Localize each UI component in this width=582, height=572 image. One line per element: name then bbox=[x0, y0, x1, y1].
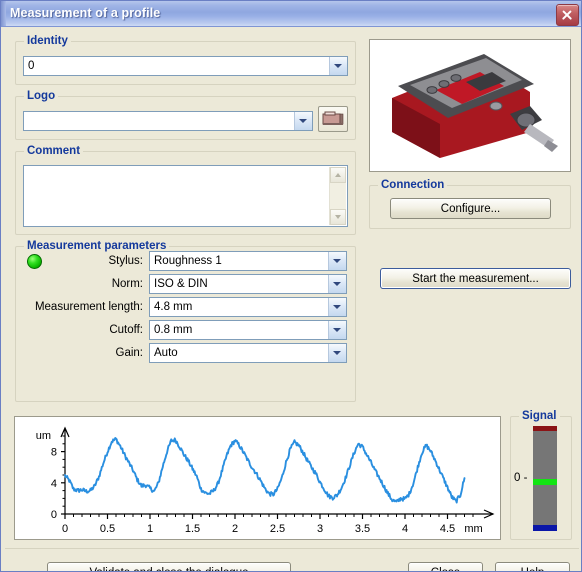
norm-label: Norm: bbox=[111, 278, 143, 290]
gain-label: Gain: bbox=[115, 347, 144, 359]
chevron-down-icon[interactable] bbox=[328, 344, 346, 362]
signal-group-label: Signal bbox=[519, 410, 560, 422]
profile-chart-svg: 0 4 8um 0 0.5 1 1.5 2 2.5 3 3.5 4 4.5 mm bbox=[15, 417, 500, 539]
identity-combo-value: 0 bbox=[28, 60, 35, 72]
gain-combo-value: Auto bbox=[154, 347, 178, 359]
measurement-length-label: Measurement length: bbox=[34, 301, 143, 313]
signal-gauge-low-band bbox=[533, 525, 557, 531]
cutoff-combo[interactable]: 0.8 mm bbox=[149, 320, 347, 340]
configure-button[interactable]: Configure... bbox=[390, 198, 551, 219]
chevron-down-icon[interactable] bbox=[328, 298, 346, 316]
svg-text:8: 8 bbox=[51, 447, 57, 459]
gain-combo[interactable]: Auto bbox=[149, 343, 347, 363]
cutoff-label: Cutoff: bbox=[109, 324, 143, 336]
open-folder-icon bbox=[322, 111, 344, 125]
svg-text:3.5: 3.5 bbox=[355, 523, 370, 535]
roughness-tester-illustration bbox=[370, 40, 570, 171]
device-photo bbox=[369, 39, 571, 172]
comment-group-label: Comment bbox=[24, 145, 84, 157]
chevron-down-icon[interactable] bbox=[328, 321, 346, 339]
logo-combo[interactable] bbox=[23, 111, 313, 131]
logo-browse-button[interactable] bbox=[318, 106, 348, 132]
start-measurement-button[interactable]: Start the measurement... bbox=[380, 268, 571, 289]
chevron-down-icon[interactable] bbox=[294, 112, 312, 130]
cutoff-combo-value: 0.8 mm bbox=[154, 324, 193, 336]
identity-group-label: Identity bbox=[24, 35, 71, 47]
profile-chart: 0 4 8 um 0 0.5 1 1.5 2 2.5 3 3.5 4 4.5 mm bbox=[14, 416, 501, 540]
svg-text:4.5: 4.5 bbox=[440, 523, 455, 535]
chevron-down-icon[interactable] bbox=[328, 252, 346, 270]
chevron-down-icon[interactable] bbox=[328, 275, 346, 293]
svg-text:um: um bbox=[36, 430, 51, 442]
stylus-combo[interactable]: Roughness 1 bbox=[149, 251, 347, 271]
title-bar: Measurement of a profile bbox=[1, 1, 581, 27]
stylus-label: Stylus: bbox=[108, 255, 143, 267]
norm-combo-value: ISO & DIN bbox=[154, 278, 208, 290]
signal-gauge-marker bbox=[533, 478, 557, 485]
validate-button[interactable]: Validate and close the dialogue bbox=[47, 562, 291, 571]
chevron-down-icon[interactable] bbox=[330, 209, 346, 225]
measurement-dialog: Measurement of a profile Identity 0 Logo bbox=[0, 0, 582, 572]
svg-text:1: 1 bbox=[147, 523, 153, 535]
footer-separator bbox=[5, 548, 579, 549]
signal-gauge bbox=[533, 426, 557, 531]
svg-text:2.5: 2.5 bbox=[270, 523, 285, 535]
svg-text:1.5: 1.5 bbox=[185, 523, 200, 535]
svg-text:0.5: 0.5 bbox=[100, 523, 115, 535]
close-icon[interactable] bbox=[556, 4, 579, 26]
window-title: Measurement of a profile bbox=[10, 6, 161, 20]
svg-text:4: 4 bbox=[51, 478, 57, 490]
help-button[interactable]: Help bbox=[495, 562, 570, 571]
logo-group-label: Logo bbox=[24, 90, 59, 102]
chevron-up-icon[interactable] bbox=[330, 167, 346, 183]
svg-text:4: 4 bbox=[402, 523, 408, 535]
dialog-body: Identity 0 Logo Comment Measurement para… bbox=[5, 27, 579, 571]
close-button[interactable]: Close bbox=[408, 562, 483, 571]
chevron-down-icon[interactable] bbox=[329, 57, 347, 75]
norm-combo[interactable]: ISO & DIN bbox=[149, 274, 347, 294]
identity-combo[interactable]: 0 bbox=[23, 56, 348, 76]
svg-text:mm: mm bbox=[464, 523, 482, 535]
svg-text:2: 2 bbox=[232, 523, 238, 535]
title-bar-left-edge bbox=[1, 1, 6, 26]
measurement-length-combo[interactable]: 4.8 mm bbox=[149, 297, 347, 317]
svg-text:3: 3 bbox=[317, 523, 323, 535]
measurement-parameters-group-label: Measurement parameters bbox=[24, 240, 170, 252]
measurement-length-combo-value: 4.8 mm bbox=[154, 301, 193, 313]
signal-gauge-high-band bbox=[533, 426, 557, 431]
svg-text:0: 0 bbox=[62, 523, 68, 535]
connection-group-label: Connection bbox=[378, 179, 448, 191]
signal-zero-label: 0 - bbox=[514, 472, 528, 484]
comment-scrollbar[interactable] bbox=[329, 167, 346, 225]
comment-input[interactable] bbox=[23, 165, 348, 227]
svg-text:0: 0 bbox=[51, 509, 57, 521]
stylus-combo-value: Roughness 1 bbox=[154, 255, 222, 267]
